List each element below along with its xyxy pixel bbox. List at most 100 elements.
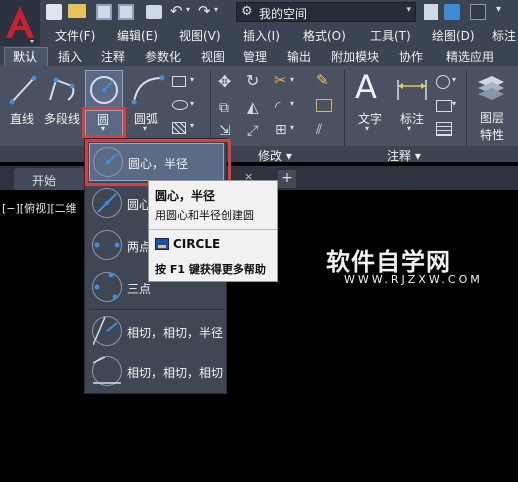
leader-icon[interactable] [436, 75, 450, 89]
erase-icon[interactable]: ✎ [316, 71, 329, 89]
circle-tool-button[interactable] [85, 70, 123, 110]
watermark-url: WWW.RJZXW.COM [344, 273, 483, 286]
new-tab-plus-icon[interactable]: + [278, 170, 296, 188]
copy-icon[interactable]: ⧉ [219, 100, 229, 116]
line-icon[interactable] [8, 72, 38, 106]
mleader-icon[interactable] [436, 100, 452, 112]
tab-addins[interactable]: 附加模块 [331, 48, 379, 66]
menu-file[interactable]: 文件(F) [55, 27, 95, 43]
tab-manage[interactable]: 管理 [243, 48, 267, 66]
file-tab-start-label: 开始 [32, 174, 57, 188]
tooltip-description: 用圆心和半径创建圆 [155, 209, 254, 222]
tab-view[interactable]: 视图 [201, 48, 225, 66]
gear-icon: ⚙ [241, 4, 253, 19]
fillet-icon[interactable]: ◜ [275, 99, 280, 115]
app-store-icon[interactable] [470, 4, 486, 20]
circle-center-radius-icon [90, 76, 118, 104]
chevron-down-icon[interactable]: ▾ [143, 124, 147, 133]
tab-featured-apps[interactable]: 精选应用 [446, 48, 494, 66]
command-icon [155, 238, 169, 250]
chevron-down-icon[interactable]: ▾ [365, 124, 369, 133]
new-file-icon[interactable] [46, 4, 62, 20]
highlight-center-radius-item [85, 139, 231, 186]
scale-icon[interactable]: ⤢ [247, 123, 258, 139]
tooltip: 圆心，半径 用圆心和半径创建圆 CIRCLE 按 F1 键获得更多帮助 [148, 180, 278, 282]
layer-tool-label-1[interactable]: 图层 [480, 109, 504, 126]
chevron-down-icon[interactable]: ▾ [452, 75, 456, 84]
dropdown-item-tan-tan-radius[interactable]: 相切，相切，半径 [89, 313, 224, 351]
chevron-down-icon[interactable]: ▾ [407, 124, 411, 133]
polyline-icon[interactable] [46, 72, 80, 106]
chevron-down-icon[interactable]: ▾ [452, 99, 456, 108]
move-icon[interactable]: ✥ [218, 72, 231, 91]
redo-icon[interactable]: ↷ [198, 2, 211, 20]
menu-insert[interactable]: 插入(I) [243, 27, 280, 43]
print-icon[interactable] [146, 5, 162, 19]
more-dropdown-icon[interactable]: ▾ [496, 4, 501, 15]
undo-dropdown-icon[interactable]: ▾ [186, 5, 190, 14]
tooltip-command: CIRCLE [173, 237, 221, 251]
dropdown-item-tan-tan-tan[interactable]: 相切，相切，相切 [89, 353, 224, 391]
redo-dropdown-icon[interactable]: ▾ [214, 5, 218, 14]
line-tool-label[interactable]: 直线 [10, 110, 34, 127]
circle-two-point-icon [92, 230, 122, 260]
rotate-icon[interactable]: ↻ [246, 71, 259, 90]
offset-icon[interactable]: ⫽ [316, 122, 322, 138]
menu-tools[interactable]: 工具(T) [370, 27, 411, 43]
polyline-tool-label[interactable]: 多段线 [44, 110, 80, 127]
share-icon[interactable] [424, 4, 438, 20]
arc-icon[interactable] [130, 72, 166, 106]
table-icon[interactable] [436, 122, 452, 136]
rectangle-icon[interactable] [172, 76, 186, 87]
chevron-down-icon[interactable]: ▾ [290, 75, 294, 84]
text-tool-icon[interactable]: A [355, 68, 377, 106]
explode-icon[interactable] [316, 99, 332, 112]
tab-insert[interactable]: 插入 [58, 48, 82, 66]
tooltip-title: 圆心，半径 [155, 189, 216, 203]
ellipse-icon[interactable] [172, 100, 188, 110]
tab-default[interactable]: 默认 [4, 47, 48, 66]
file-tab-start[interactable]: 开始 [14, 168, 84, 190]
separator [466, 70, 467, 146]
workspace-selector[interactable]: ⚙ 我的空间 ▾ [236, 2, 416, 22]
save-as-icon[interactable] [118, 4, 134, 20]
menu-view[interactable]: 视图(V) [179, 27, 221, 43]
dropdown-item-label: 相切，相切，相切 [127, 366, 224, 380]
dropdown-item-label: 三点 [127, 282, 152, 296]
array-icon[interactable]: ⊞ [275, 122, 287, 138]
chevron-down-icon[interactable]: ▾ [290, 99, 294, 108]
circle-three-point-icon [92, 272, 122, 302]
dimension-tool-label[interactable]: 标注 [400, 110, 424, 127]
panel-title-annotation[interactable]: 注释 ▾ [387, 147, 421, 164]
tab-annotate[interactable]: 注释 [101, 48, 125, 66]
menu-draw[interactable]: 绘图(D) [432, 27, 475, 43]
menu-edit[interactable]: 编辑(E) [117, 27, 158, 43]
tab-parametric[interactable]: 参数化 [145, 48, 181, 66]
chevron-down-icon[interactable]: ▾ [190, 121, 194, 130]
menu-format[interactable]: 格式(O) [303, 27, 346, 43]
stretch-icon[interactable]: ⇲ [219, 123, 231, 139]
autocad-window: ↶ ▾ ↷ ▾ ⚙ 我的空间 ▾ ▾ 文件(F) 编辑(E) 视图(V) 插入(… [0, 0, 518, 482]
open-folder-icon[interactable] [68, 4, 86, 18]
tab-collaborate[interactable]: 协作 [399, 48, 423, 66]
import-icon[interactable] [444, 4, 460, 20]
mirror-icon[interactable]: ◭ [247, 98, 259, 116]
save-icon[interactable] [96, 4, 112, 20]
layer-properties-icon[interactable] [474, 72, 508, 102]
text-tool-label[interactable]: 文字 [358, 110, 382, 127]
app-menu-button[interactable] [0, 0, 40, 46]
chevron-down-icon[interactable]: ▾ [290, 123, 294, 132]
dimension-icon[interactable] [394, 74, 430, 104]
layer-tool-label-2[interactable]: 特性 [480, 126, 504, 143]
chevron-down-icon[interactable]: ▾ [190, 99, 194, 108]
undo-icon[interactable]: ↶ [170, 2, 183, 20]
hatch-icon[interactable] [172, 122, 186, 134]
trim-icon[interactable]: ✂ [274, 71, 287, 89]
chevron-down-icon[interactable]: ▾ [190, 75, 194, 84]
viewport-controls[interactable]: [−][俯视][二维 [2, 200, 77, 216]
menu-dimension[interactable]: 标注 [492, 27, 516, 43]
separator [210, 70, 211, 146]
tooltip-help: 按 F1 键获得更多帮助 [155, 263, 266, 276]
tab-output[interactable]: 输出 [287, 48, 311, 66]
panel-title-modify[interactable]: 修改 ▾ [258, 147, 292, 164]
